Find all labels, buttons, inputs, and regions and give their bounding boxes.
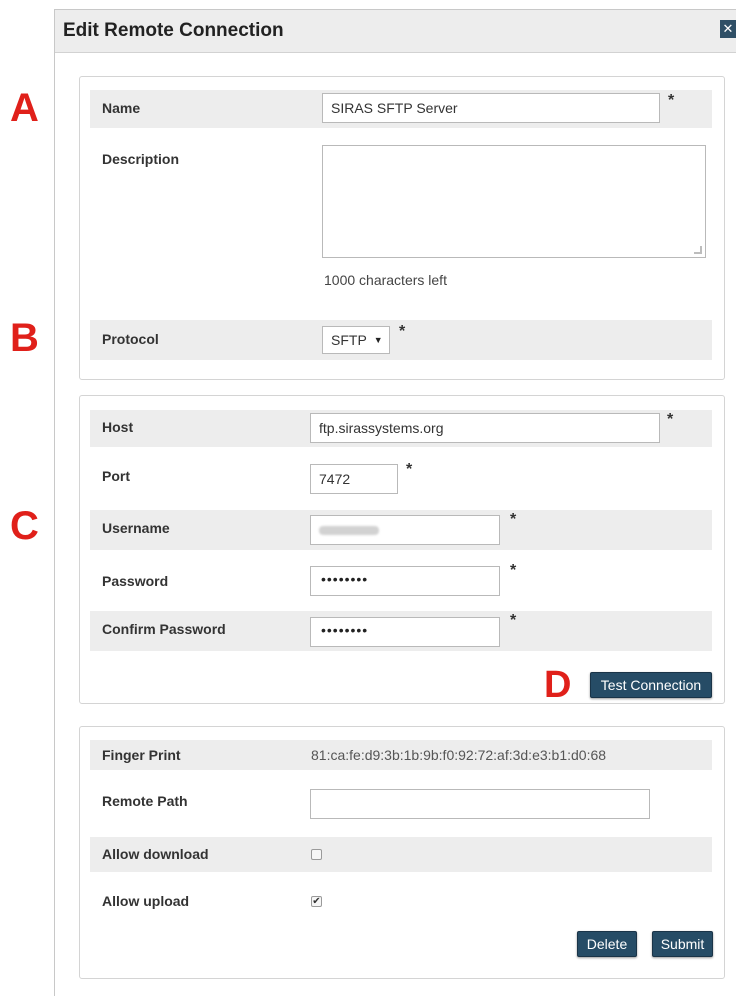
submit-button[interactable]: Submit <box>652 931 713 957</box>
password-required-mark: * <box>510 562 517 579</box>
host-required-mark: * <box>667 411 674 428</box>
dialog-title: Edit Remote Connection <box>63 20 284 41</box>
marker-b: B <box>10 316 39 360</box>
dropdown-arrow-icon: ▼ <box>373 335 383 345</box>
close-icon[interactable]: ✕ <box>720 20 736 38</box>
fingerprint-row: Finger Print 81:ca:fe:d9:3b:1b:9b:f0:92:… <box>90 740 712 770</box>
password-value: •••••••• <box>321 571 369 587</box>
edit-remote-connection-dialog: Edit Remote Connection ✕ Name * Descript… <box>54 9 736 996</box>
dialog-titlebar: Edit Remote Connection ✕ <box>55 10 736 53</box>
protocol-select[interactable]: SFTP ▼ <box>322 326 390 354</box>
marker-d: D <box>544 664 572 706</box>
confirm-password-input[interactable]: •••••••• <box>310 617 500 647</box>
confirm-password-required-mark: * <box>510 612 517 629</box>
characters-left: 1000 characters left <box>324 272 447 288</box>
port-required-mark: * <box>406 461 413 478</box>
username-redacted <box>319 526 379 535</box>
password-input[interactable]: •••••••• <box>310 566 500 596</box>
allow-upload-checkbox[interactable]: ✔ <box>311 896 322 907</box>
name-required-mark: * <box>668 92 675 109</box>
connection-panel: Host * Port * Username * Password ••••••… <box>79 395 725 704</box>
password-label: Password <box>102 573 169 589</box>
remote-path-label: Remote Path <box>102 793 188 809</box>
description-row: Description 1000 characters left <box>90 137 712 297</box>
settings-panel: Finger Print 81:ca:fe:d9:3b:1b:9b:f0:92:… <box>79 726 725 979</box>
protocol-label: Protocol <box>102 331 159 347</box>
resize-grip-icon[interactable] <box>694 246 702 254</box>
description-textarea[interactable] <box>322 145 706 258</box>
protocol-selected-value: SFTP <box>331 332 367 348</box>
marker-c: C <box>10 504 39 548</box>
protocol-row: Protocol SFTP ▼ * <box>90 320 712 360</box>
port-input[interactable] <box>310 464 398 494</box>
username-label: Username <box>102 520 170 536</box>
delete-button[interactable]: Delete <box>577 931 637 957</box>
password-row: Password •••••••• * <box>90 559 712 603</box>
remote-path-input[interactable] <box>310 789 650 819</box>
username-input[interactable] <box>310 515 500 545</box>
name-label: Name <box>102 100 141 116</box>
protocol-required-mark: * <box>399 323 406 340</box>
allow-upload-label: Allow upload <box>102 893 190 909</box>
fingerprint-label: Finger Print <box>102 747 181 763</box>
allow-download-row: Allow download <box>90 837 712 872</box>
test-connection-button[interactable]: Test Connection <box>590 672 712 698</box>
host-row: Host * <box>90 410 712 447</box>
port-row: Port * <box>90 456 712 500</box>
allow-upload-row: Allow upload ✔ <box>90 885 712 920</box>
username-required-mark: * <box>510 511 517 528</box>
description-label: Description <box>102 151 180 167</box>
confirm-password-label: Confirm Password <box>102 621 226 637</box>
fingerprint-value: 81:ca:fe:d9:3b:1b:9b:f0:92:72:af:3d:e3:b… <box>311 747 607 763</box>
port-label: Port <box>102 468 130 484</box>
confirm-password-row: Confirm Password •••••••• * <box>90 611 712 651</box>
username-row: Username * <box>90 510 712 550</box>
confirm-password-value: •••••••• <box>321 622 369 638</box>
name-input[interactable] <box>322 93 660 123</box>
host-input[interactable] <box>310 413 660 443</box>
allow-download-label: Allow download <box>102 846 209 862</box>
host-label: Host <box>102 419 134 435</box>
marker-a: A <box>10 86 39 130</box>
remote-path-row: Remote Path <box>90 779 712 825</box>
allow-download-checkbox[interactable] <box>311 849 322 860</box>
general-panel: Name * Description 1000 characters left … <box>79 76 725 380</box>
name-row: Name * <box>90 90 712 128</box>
